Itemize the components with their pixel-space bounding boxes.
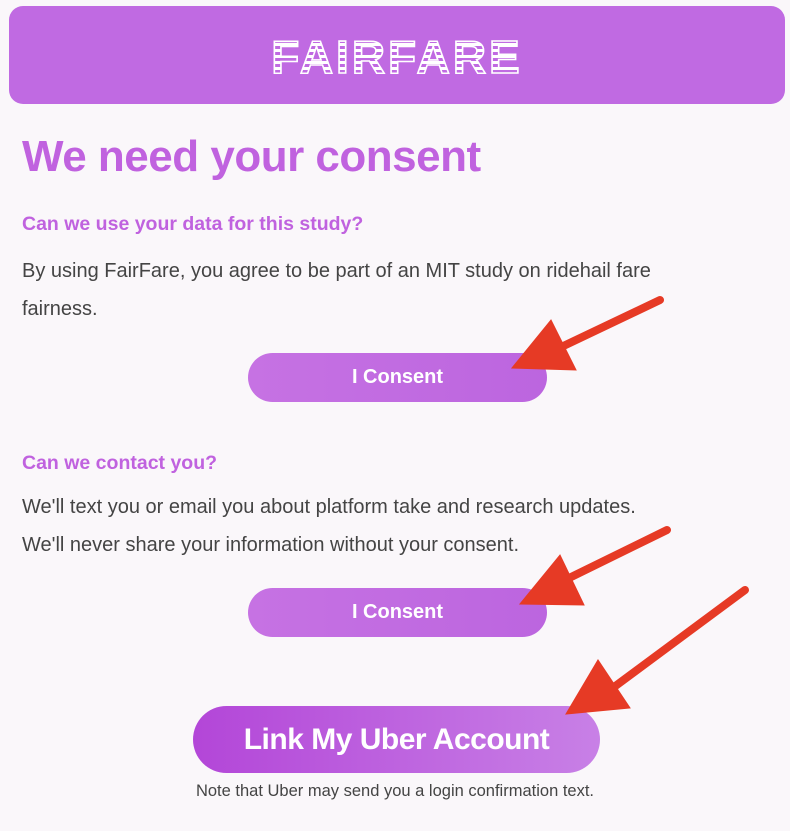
- red-arrow-icon: [510, 296, 749, 715]
